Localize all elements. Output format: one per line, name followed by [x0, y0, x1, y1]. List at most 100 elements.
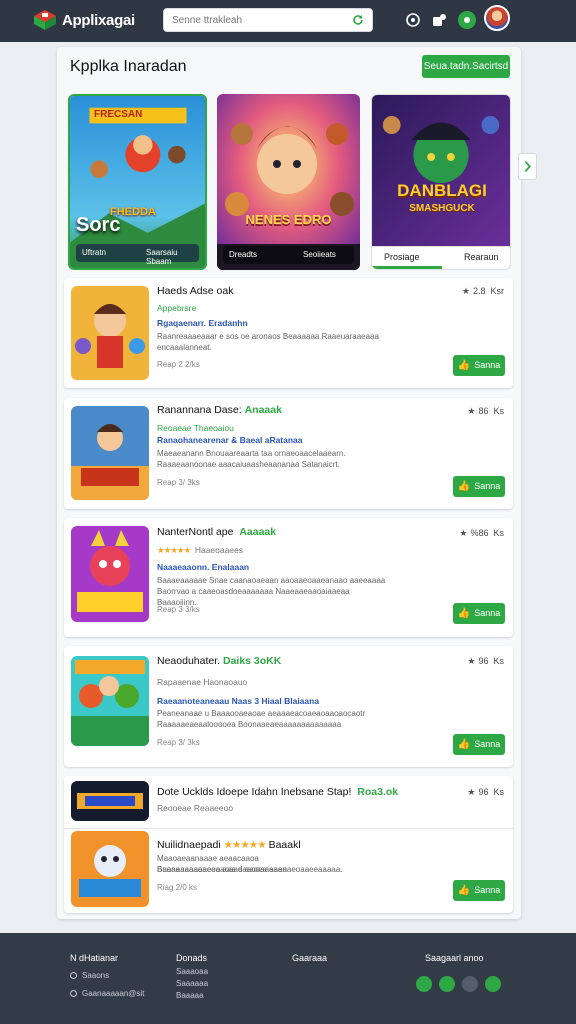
rating-value: 96: [478, 656, 489, 666]
bullet-icon: [70, 972, 77, 979]
notification-icon[interactable]: [458, 11, 476, 29]
chevron-right-icon: [524, 160, 531, 173]
footer-col2-title: Donads: [176, 953, 208, 963]
app-size-3: Reap 3 3/ks: [157, 605, 200, 614]
star-icon: ★: [461, 286, 470, 296]
app-name-highlight: Anaaak: [244, 404, 282, 416]
featured-card-2[interactable]: NENES EDRO Dreadts Seoiieats: [217, 94, 360, 270]
star-rating: ★★★★★: [157, 545, 191, 555]
refresh-icon[interactable]: [352, 14, 364, 26]
app-thumbnail-4[interactable]: [71, 656, 149, 746]
featured-card-1[interactable]: FRECSAN FHEDDA Sorc Uftratn Saarsaiu Sba…: [68, 94, 207, 270]
app-name-highlight: Daiks 3oKK: [222, 655, 282, 667]
app-name-5a[interactable]: Dote Ucklds Idoepe Idahn Inebsane Stap! …: [157, 786, 398, 798]
app-developer-2[interactable]: Ranaohanearenar & Baeal aRatanaa: [157, 435, 303, 445]
footer-col3-title: Gaaraaa: [292, 953, 328, 963]
carousel-next-button[interactable]: [518, 153, 537, 180]
featured-banner-text: FRECSAN: [94, 109, 143, 120]
app-size-1: Reap 2 2/ks: [157, 360, 200, 369]
get-button-label: Sanna: [474, 481, 501, 491]
get-button-4[interactable]: 👍 Sanna: [453, 734, 505, 755]
search-box[interactable]: [163, 8, 373, 32]
caption-left: Dreadts: [229, 250, 258, 259]
footer: N dHatianar Saaons Gaanaaaaan@sit Donads…: [0, 933, 576, 1024]
featured-logo-3-top: DANBLAGI: [397, 181, 487, 200]
featured-logo-3-bottom: SMASHGUCK: [409, 203, 475, 214]
get-button-label: Sanna: [474, 885, 501, 895]
app-logo-icon[interactable]: [34, 10, 56, 30]
tab-other[interactable]: Rearaun: [464, 252, 499, 262]
tab-active[interactable]: Prosiage: [384, 252, 420, 262]
app-name-3[interactable]: NanterNontl ape Aaaaak: [157, 526, 276, 538]
footer-link[interactable]: Saaons: [70, 971, 109, 980]
page-title: Kpplka Inaradan: [70, 58, 187, 75]
app-desc-line1-2: Maeaeanann Bnouaareaarta taa ornaeoaacel…: [157, 449, 346, 458]
featured-card-3[interactable]: DANBLAGI SMASHGUCK Prosiage Rearaun: [371, 94, 511, 270]
app-name-highlight: Roa3.ok: [357, 786, 399, 798]
search-input[interactable]: [172, 12, 347, 29]
brand-name[interactable]: Applixagai: [62, 12, 135, 29]
featured-art-1: [70, 96, 205, 268]
app-card-2[interactable]: Ranannana Dase: Anaaak Reoaeae Thaeoaiou…: [64, 398, 513, 509]
get-button-label: Sanna: [474, 360, 501, 370]
app-thumbnail-3[interactable]: [71, 526, 149, 622]
get-button-3[interactable]: 👍 Sanna: [453, 603, 505, 624]
app-thumbnail-1[interactable]: [71, 286, 149, 380]
instagram-icon[interactable]: [462, 976, 478, 992]
gamepad-icon[interactable]: [404, 11, 422, 29]
app-rating-5a: ★ 96 Ks: [467, 787, 504, 798]
app-size-2: Reap 3/ 3ks: [157, 478, 200, 487]
app-name-5b[interactable]: Nuilidnaepadi ★★★★★ Baaakl: [157, 839, 301, 851]
featured-caption-2: Dreadts Seoiieats: [223, 246, 354, 264]
app-size-4: Reap 3/ 3ks: [157, 738, 200, 747]
featured-art-3: [372, 95, 510, 247]
get-button-1[interactable]: 👍 Sanna: [453, 355, 505, 376]
app-developer-4[interactable]: Raeaanoteaneaau Naas 3 Hiaal Blaiaana: [157, 696, 319, 706]
app-developer-1[interactable]: Rgaqaenarr. Eradanhn: [157, 318, 248, 328]
app-name-1[interactable]: Haeds Adse oak: [157, 285, 233, 297]
star-icon: ★: [467, 656, 476, 666]
app-developer-3[interactable]: Naaaeaaonn. Enalaaan: [157, 562, 249, 572]
get-button-5[interactable]: 👍 Sanna: [453, 880, 505, 901]
app-rating-4: ★ 96 Ks: [467, 656, 504, 667]
featured-logo-2: NENES EDRO: [245, 212, 332, 227]
app-name-text: Dote Ucklds Idoepe Idahn Inebsane Stap!: [157, 786, 352, 798]
featured-tabs: Prosiage Rearaun: [372, 246, 510, 269]
app-desc-line1-1: Raanreaaaeaaar e sos oe aronaos Beaaaaaa…: [157, 332, 379, 341]
footer-link[interactable]: Baaaaa: [176, 991, 204, 1000]
app-card-4[interactable]: Neaoduhater. Daiks 3oKK Rapaaenae Haonao…: [64, 646, 513, 767]
rating-suffix: Ksr: [490, 286, 505, 296]
app-name-suffix: Baaakl: [268, 839, 301, 851]
app-card-5[interactable]: Dote Ucklds Idoepe Idahn Inebsane Stap! …: [64, 776, 513, 913]
facebook-icon[interactable]: [416, 976, 432, 992]
twitter-icon[interactable]: [439, 976, 455, 992]
user-avatar[interactable]: [484, 5, 510, 31]
footer-col1-title: N dHatianar: [70, 953, 119, 963]
rating-value: %86: [470, 528, 489, 538]
star-icon: ★: [459, 528, 468, 538]
app-thumbnail-5b[interactable]: [71, 831, 149, 907]
youtube-icon[interactable]: [485, 976, 501, 992]
app-name-text: Ranannana Dase:: [157, 404, 242, 416]
star-rating: ★★★★★: [223, 839, 267, 851]
footer-link[interactable]: Saaaoaa: [176, 967, 208, 976]
top-action-button[interactable]: Seua.tadn.Sacirtsd: [422, 55, 510, 78]
app-name-4[interactable]: Neaoduhater. Daiks 3oKK: [157, 655, 281, 667]
get-button-2[interactable]: 👍 Sanna: [453, 476, 505, 497]
footer-link-text: Saaons: [82, 971, 110, 980]
footer-link[interactable]: Saaaaaa: [176, 979, 208, 988]
thumbs-up-icon: 👍: [457, 608, 471, 619]
star-icon: ★: [467, 787, 476, 797]
app-name-2[interactable]: Ranannana Dase: Anaaak: [157, 404, 282, 416]
app-card-3[interactable]: NanterNontl ape Aaaaak ★★★★★ Haaeoaaees …: [64, 518, 513, 637]
caption-right: Saarsaiu Sbaam: [146, 248, 178, 266]
app-thumbnail-5a[interactable]: [71, 781, 149, 821]
app-category-1: Appebrsre: [157, 303, 197, 313]
footer-link[interactable]: Gaanaaaaan@sit: [70, 989, 144, 998]
puzzle-icon[interactable]: [430, 11, 448, 29]
featured-art-2: [217, 94, 360, 270]
app-thumbnail-2[interactable]: [71, 406, 149, 500]
app-category-4: Rapaaenae Haonaoauo: [157, 677, 248, 687]
star-icon: ★: [467, 406, 476, 416]
app-card-1[interactable]: Haeds Adse oak Appebrsre Rgaqaenarr. Era…: [64, 278, 513, 388]
